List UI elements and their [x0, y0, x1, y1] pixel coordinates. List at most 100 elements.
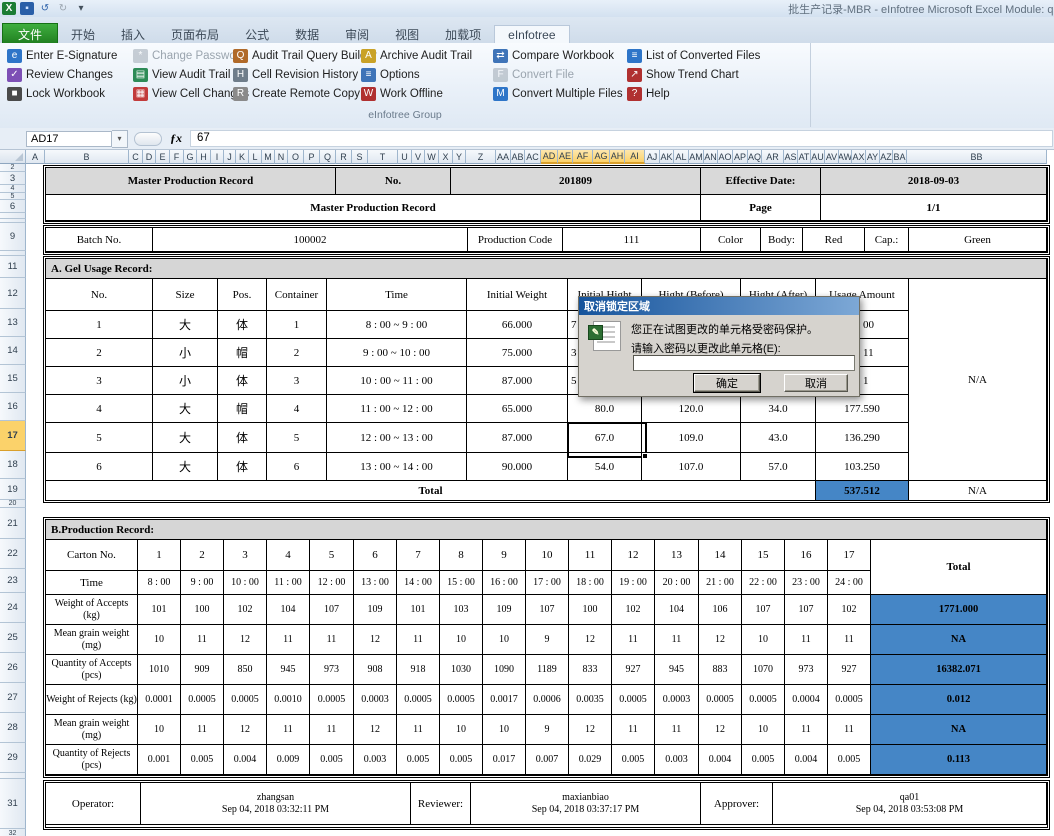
time-16[interactable]: 23 : 00 — [785, 571, 828, 595]
data-cell[interactable]: 12 — [699, 625, 742, 655]
data-cell[interactable]: 11 — [828, 715, 871, 745]
data-cell[interactable]: 100 — [181, 595, 224, 625]
gel-row-initial-weight[interactable]: 87.000 — [467, 367, 568, 395]
gel-row-container[interactable]: 4 — [267, 395, 327, 423]
gel-row-usage[interactable]: 136.290 — [816, 423, 909, 453]
data-cell[interactable]: 0.005 — [440, 745, 483, 775]
col-header-AH[interactable]: AH — [610, 150, 625, 164]
data-cell[interactable]: 11 — [267, 625, 310, 655]
gel-row-pos[interactable]: 帽 — [218, 339, 267, 367]
row-header-14[interactable]: 14 — [0, 337, 26, 365]
col-header-AC[interactable]: AC — [525, 150, 541, 164]
data-cell[interactable]: 10 — [440, 625, 483, 655]
data-cell[interactable]: 927 — [828, 655, 871, 685]
col-header-I[interactable]: I — [211, 150, 224, 164]
data-cell[interactable]: 11 — [828, 625, 871, 655]
data-cell[interactable]: 909 — [181, 655, 224, 685]
data-cell[interactable]: 104 — [267, 595, 310, 625]
carton-no-10[interactable]: 10 — [526, 540, 569, 571]
gel-row-hight-after[interactable]: 34.0 — [741, 395, 816, 423]
data-cell[interactable]: 103 — [440, 595, 483, 625]
col-header-J[interactable]: J — [224, 150, 236, 164]
gel-row-usage[interactable]: 103.250 — [816, 453, 909, 481]
col-header-V[interactable]: V — [412, 150, 425, 164]
gel-total-na[interactable]: N/A — [909, 481, 1047, 501]
total-cell[interactable]: 16382.071 — [871, 655, 1047, 685]
data-cell[interactable]: 10 — [138, 715, 181, 745]
gel-row-container[interactable]: 6 — [267, 453, 327, 481]
carton-no-15[interactable]: 15 — [742, 540, 785, 571]
data-cell[interactable]: 11 — [181, 625, 224, 655]
lock-workbook-button[interactable]: ■Lock Workbook — [4, 84, 130, 103]
data-cell[interactable]: 927 — [612, 655, 655, 685]
gel-row-hight-after[interactable]: 57.0 — [741, 453, 816, 481]
data-cell[interactable]: 0.0005 — [224, 685, 267, 715]
col-header-AP[interactable]: AP — [733, 150, 748, 164]
help-button[interactable]: ?Help — [624, 84, 774, 103]
cap-label[interactable]: Cap.: — [865, 228, 909, 252]
data-cell[interactable]: 107 — [526, 595, 569, 625]
data-cell[interactable]: 10 — [483, 715, 526, 745]
row-header-22[interactable]: 22 — [0, 539, 26, 569]
tab-插入[interactable]: 插入 — [108, 24, 158, 45]
data-cell[interactable]: 0.0005 — [742, 685, 785, 715]
data-cell[interactable]: 12 — [224, 715, 267, 745]
gel-row-initial-weight[interactable]: 90.000 — [467, 453, 568, 481]
row-header-25[interactable]: 25 — [0, 623, 26, 653]
gel-row-time[interactable]: 8 : 00 ~ 9 : 00 — [327, 311, 467, 339]
time-8[interactable]: 15 : 00 — [440, 571, 483, 595]
excel-logo-icon[interactable]: X — [2, 2, 16, 15]
data-cell[interactable]: 10 — [742, 715, 785, 745]
gel-row-initial-weight[interactable]: 87.000 — [467, 423, 568, 453]
col-header-container[interactable]: Container — [267, 279, 327, 311]
carton-no-13[interactable]: 13 — [655, 540, 699, 571]
carton-no-16[interactable]: 16 — [785, 540, 828, 571]
col-header-AF[interactable]: AF — [573, 150, 593, 164]
row-header-29[interactable]: 29 — [0, 743, 26, 773]
tab-审阅[interactable]: 审阅 — [332, 24, 382, 45]
color-label[interactable]: Color — [701, 228, 761, 252]
row-header-2[interactable]: 2 — [0, 164, 26, 172]
mpr-title[interactable]: Master Production Record — [46, 168, 336, 195]
time-1[interactable]: 8 : 00 — [138, 571, 181, 595]
col-header-pos-[interactable]: Pos. — [218, 279, 267, 311]
total-cell[interactable]: NA — [871, 625, 1047, 655]
col-header-C[interactable]: C — [129, 150, 143, 164]
cell-revision-history-button[interactable]: HCell Revision History — [230, 65, 358, 84]
data-cell[interactable]: 10 — [440, 715, 483, 745]
col-header-initial-weight[interactable]: Initial Weight — [467, 279, 568, 311]
gel-row-initial-weight[interactable]: 75.000 — [467, 339, 568, 367]
production-code-label[interactable]: Production Code — [468, 228, 563, 252]
gel-row-container[interactable]: 5 — [267, 423, 327, 453]
data-cell[interactable]: 102 — [612, 595, 655, 625]
time-2[interactable]: 9 : 00 — [181, 571, 224, 595]
data-cell[interactable]: 0.0003 — [354, 685, 397, 715]
data-cell[interactable]: 10 — [742, 625, 785, 655]
cap-value[interactable]: Green — [909, 228, 1047, 252]
col-header-AV[interactable]: AV — [825, 150, 839, 164]
time-label[interactable]: Time — [46, 571, 138, 595]
data-cell[interactable]: 101 — [397, 595, 440, 625]
col-header-P[interactable]: P — [304, 150, 320, 164]
row-header-13[interactable]: 13 — [0, 309, 26, 337]
tab-加载项[interactable]: 加载项 — [432, 24, 494, 45]
work-offline-button[interactable]: WWork Offline — [358, 84, 490, 103]
col-header-AO[interactable]: AO — [718, 150, 733, 164]
col-header-AL[interactable]: AL — [674, 150, 689, 164]
col-header-AU[interactable]: AU — [811, 150, 825, 164]
data-cell[interactable]: 0.005 — [612, 745, 655, 775]
gel-row-pos[interactable]: 体 — [218, 367, 267, 395]
gel-row-container[interactable]: 2 — [267, 339, 327, 367]
show-trend-chart-button[interactable]: ↗Show Trend Chart — [624, 65, 774, 84]
col-header-A[interactable]: A — [26, 150, 45, 164]
gel-row-no[interactable]: 6 — [46, 453, 153, 481]
review-changes-button[interactable]: ✓Review Changes — [4, 65, 130, 84]
row-header-27[interactable]: 27 — [0, 683, 26, 713]
carton-no-3[interactable]: 3 — [224, 540, 267, 571]
data-cell[interactable]: 0.007 — [526, 745, 569, 775]
row-header-18[interactable]: 18 — [0, 451, 26, 479]
data-cell[interactable]: 0.005 — [310, 745, 354, 775]
col-header-K[interactable]: K — [236, 150, 249, 164]
total-cell[interactable]: 0.113 — [871, 745, 1047, 775]
col-header-M[interactable]: M — [262, 150, 275, 164]
